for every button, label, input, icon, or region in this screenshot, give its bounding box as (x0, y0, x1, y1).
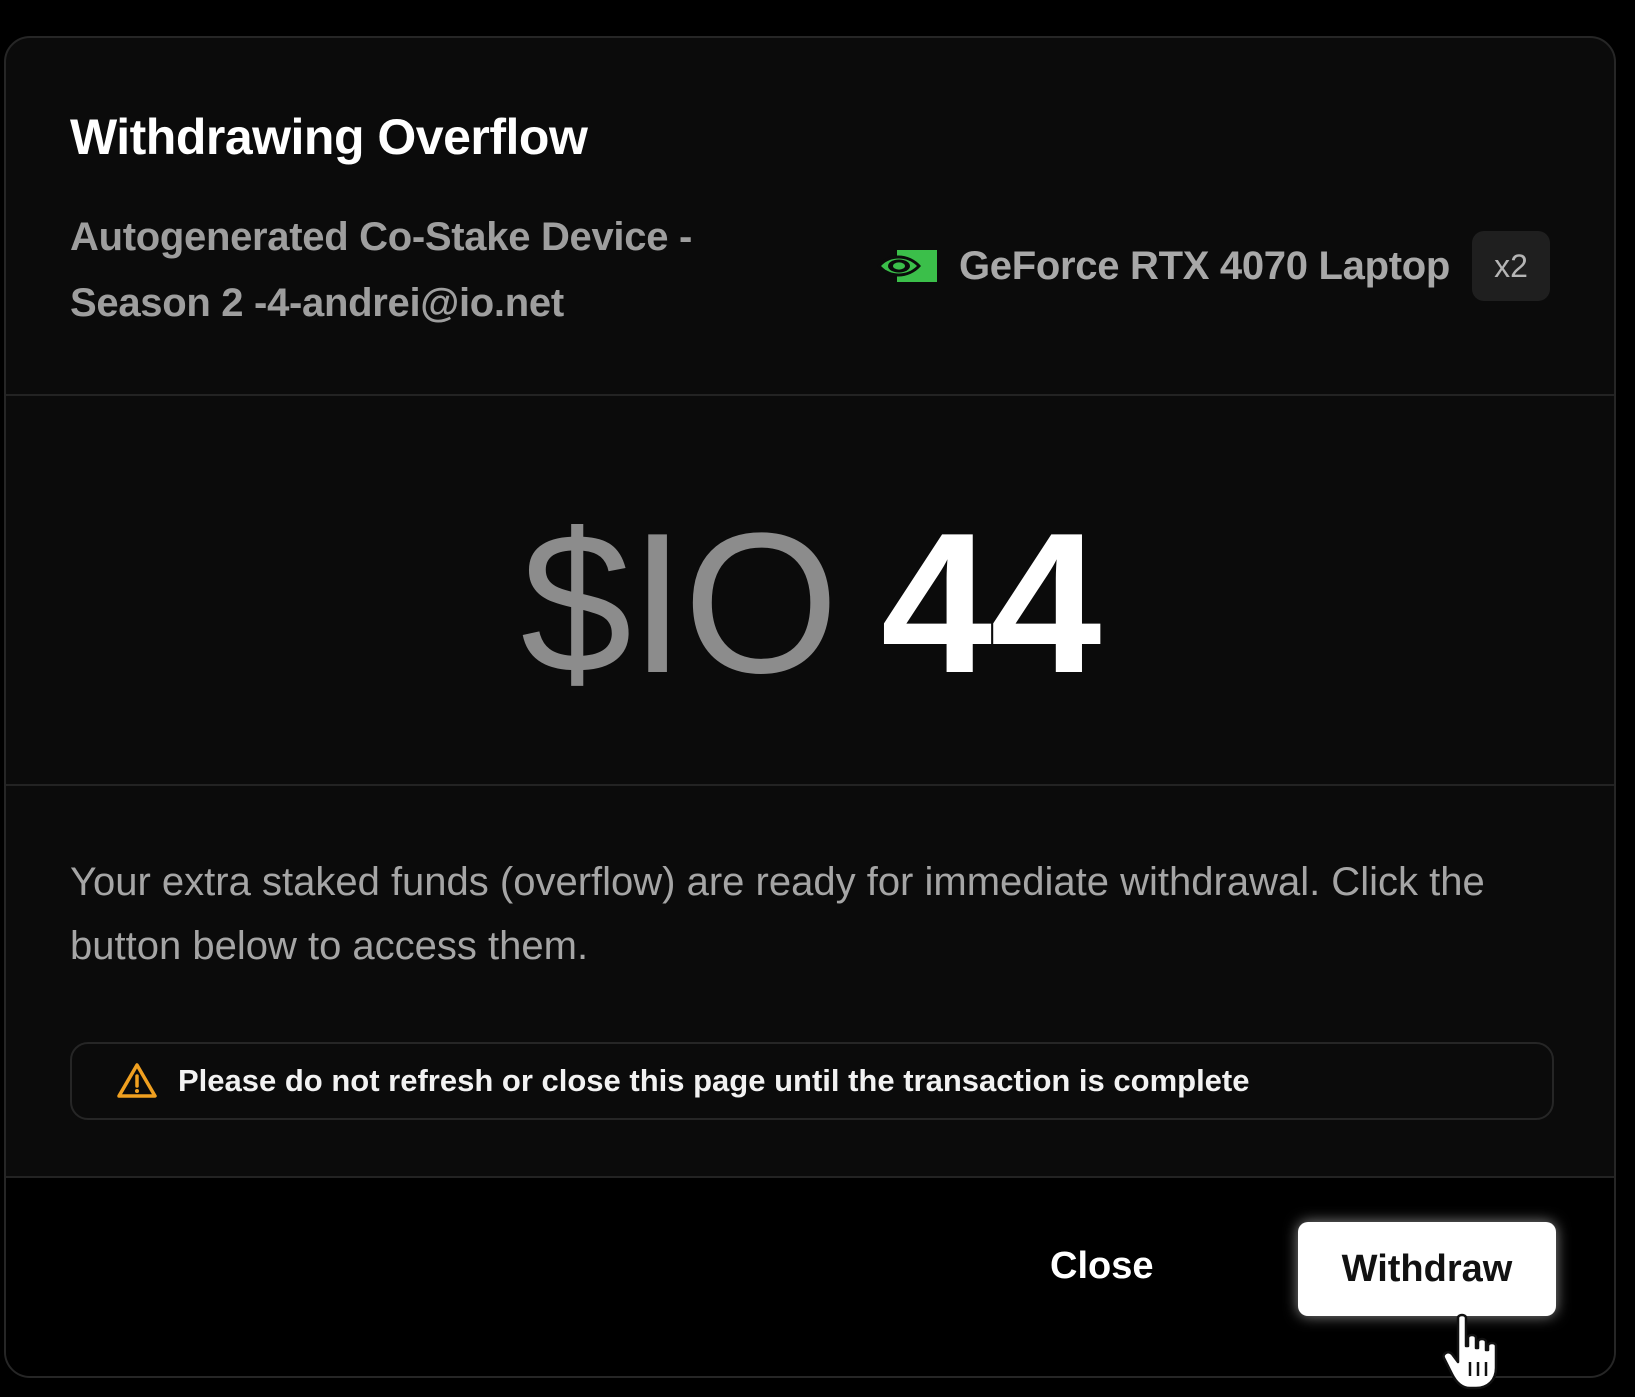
withdraw-amount: $IO 44 (521, 504, 1102, 704)
amount-currency: $IO (520, 492, 839, 715)
modal-header: Withdrawing Overflow Autogenerated Co-St… (6, 38, 1614, 396)
device-name: Autogenerated Co-Stake Device - Season 2… (70, 215, 692, 325)
nvidia-icon (875, 246, 937, 286)
close-button[interactable]: Close (1030, 1232, 1173, 1300)
amount-value: 44 (880, 492, 1101, 715)
warning-triangle-icon (116, 1062, 158, 1100)
overflow-description: Your extra staked funds (overflow) are r… (70, 860, 1485, 968)
modal-footer: Close Withdraw (6, 1178, 1614, 1376)
withdraw-button[interactable]: Withdraw (1298, 1222, 1556, 1316)
withdraw-overflow-modal: Withdrawing Overflow Autogenerated Co-St… (4, 36, 1616, 1378)
amount-section: $IO 44 (6, 396, 1614, 786)
warning-text: Please do not refresh or close this page… (178, 1063, 1250, 1098)
gpu-name: GeForce RTX 4070 Laptop (958, 243, 1450, 288)
warning-banner: Please do not refresh or close this page… (70, 1042, 1554, 1120)
modal-body: Your extra staked funds (overflow) are r… (6, 786, 1614, 1178)
modal-title: Withdrawing Overflow (70, 109, 588, 165)
gpu-info: GeForce RTX 4070 Laptop x2 (875, 231, 1550, 301)
gpu-count-badge: x2 (1472, 231, 1550, 301)
